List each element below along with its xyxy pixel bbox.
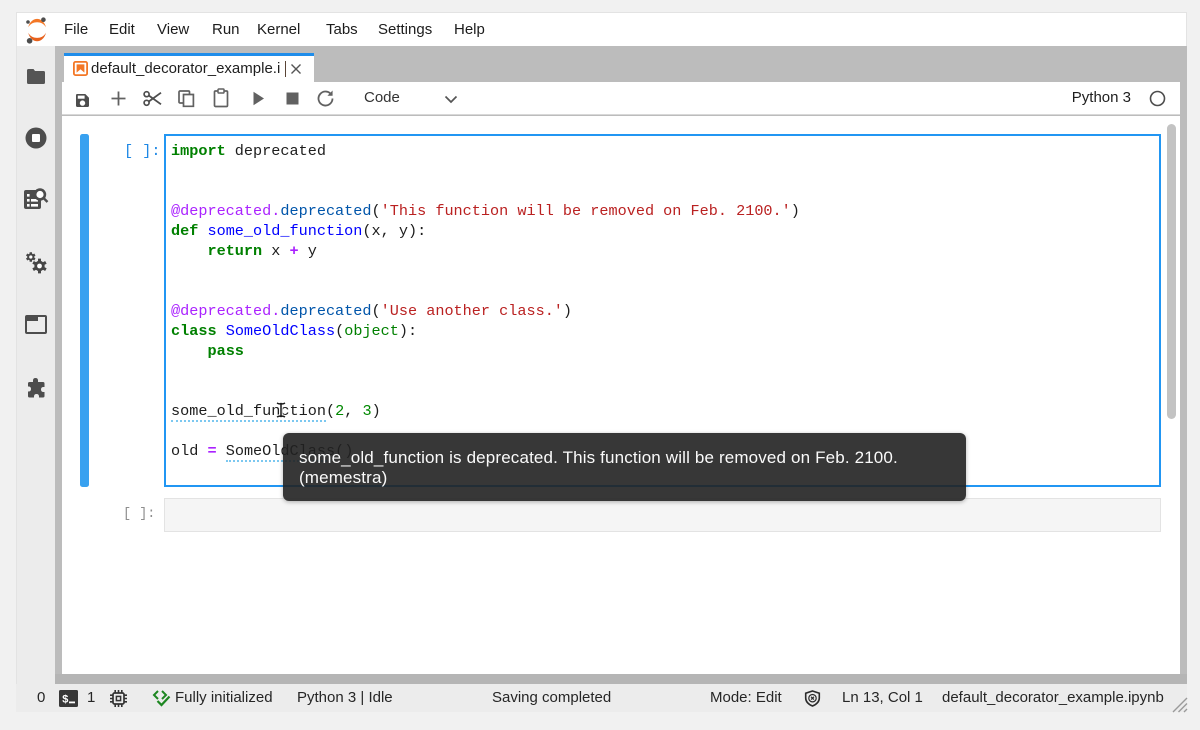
svg-text:$: $ [62, 695, 69, 707]
